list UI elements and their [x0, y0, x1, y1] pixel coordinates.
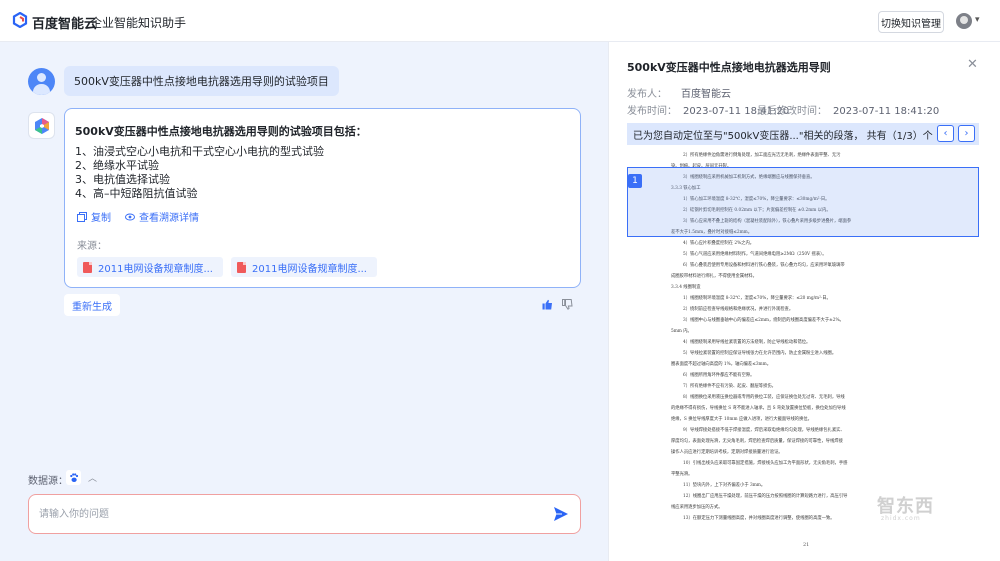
trace-details-label: 查看溯源详情 — [139, 213, 199, 224]
answer-actions: 复制 查看溯源详情 — [77, 209, 213, 224]
baidu-paw-icon[interactable] — [66, 470, 81, 485]
list-item: 4、高–中短路阻抗值试验 — [75, 187, 198, 200]
document-line: 操作人员应进行定期培训考核，定期对焊接质量进行验证。 — [671, 450, 783, 455]
copy-label: 复制 — [91, 213, 111, 224]
question-input-box — [28, 494, 581, 534]
locate-banner: 已为您自动定位至与"500kV变压器..."相关的段落， 共有（1/3）个 — [627, 123, 979, 145]
brand-name: 百度智能云 — [32, 17, 98, 32]
document-panel: 500kV变压器中性点接地电抗器选用导则 ✕ 发布人： 百度智能云 发布时间： 20… — [608, 42, 1000, 561]
product-name: 企业智能知识助手 — [90, 16, 187, 30]
document-line: 8）线圈换位采用液压换位器或专用的换位工装，应保证换位处无过弯、无毛刺，导线 — [683, 395, 845, 400]
match-index-badge: 1 — [628, 174, 642, 188]
list-item: 3、电抗值选择试验 — [75, 173, 170, 186]
matched-paragraph-highlight[interactable]: 1 — [627, 167, 979, 237]
user-avatar[interactable] — [956, 13, 972, 29]
document-line: 绝缘，S 换位导线厚度大于 10mm 应做入进项，进行大截面导线的换位。 — [671, 417, 812, 422]
regenerate-button[interactable]: 重新生成 — [64, 294, 120, 316]
document-line: 圈表面度不超过轴向高度的 1%，轴向偏差≤3mm。 — [671, 362, 772, 367]
publisher-label: 发布人： — [627, 89, 667, 100]
document-line: 5mm 内。 — [671, 329, 692, 334]
document-line: 6）线圈所用角环件都应不能有空隙。 — [683, 373, 755, 378]
thumbs-up-icon[interactable] — [539, 296, 555, 312]
publisher-row: 发布人： 百度智能云 — [627, 85, 731, 100]
copy-icon — [77, 211, 87, 222]
next-match-button[interactable]: › — [958, 125, 975, 142]
source-label: 来源： — [77, 241, 107, 252]
copy-button[interactable]: 复制 — [77, 209, 111, 224]
eye-icon — [125, 213, 135, 220]
watermark-url: zhidx.com — [881, 515, 921, 522]
close-icon[interactable]: ✕ — [967, 57, 978, 72]
document-line: 11）垫块内外，上下对齐偏差小于 3mm。 — [683, 483, 766, 488]
list-item: 1、油浸式空心小电抗和干式空心小电抗的型式试验 — [75, 145, 324, 158]
pdf-file-icon — [237, 261, 246, 273]
user-question-bubble: 500kV变压器中性点接地电抗器选用导则的试验项目 — [64, 66, 339, 96]
document-line: 5）铁心气道应采用绝缘材料制作，气道间绝缘电阻≥2MΩ（250V 摇表）。 — [683, 252, 827, 257]
thumbs-down-icon[interactable] — [559, 296, 575, 312]
list-item: 2、绝缘水平试验 — [75, 159, 159, 172]
chevron-down-icon[interactable]: ▾ — [975, 15, 980, 25]
document-line: 2）绕制前应检查导线规格和绝缘状况，并进行外观检查。 — [683, 307, 794, 312]
source-chip-label: 2011电网设备规章制度... — [252, 263, 367, 275]
user-avatar-icon — [28, 68, 55, 95]
trace-details-button[interactable]: 查看溯源详情 — [125, 209, 199, 224]
question-input[interactable] — [39, 505, 519, 523]
document-line: 1）线圈绕制环境温度 8-32℃，湿度≤70%，降尘量要求：≤20 mg/m²·… — [683, 296, 831, 301]
chat-panel: 500kV变压器中性点接地电抗器选用导则的试验项目 500kV变压器中性点接地电… — [0, 42, 608, 561]
answer-card: 500kV变压器中性点接地电抗器选用导则的试验项目包括： 1、油浸式空心小电抗和… — [64, 108, 581, 288]
document-line: 10）引线出线头应采取可靠固定措施，焊接线头应加工为平面形状，无尖角毛刺，手感 — [683, 461, 848, 466]
document-title: 500kV变压器中性点接地电抗器选用导则 — [627, 61, 831, 74]
publisher-value: 百度智能云 — [681, 89, 731, 100]
document-line: 厚度均匀，表面处理光滑，无尖角毛刺，焊后检查焊后质量，保证焊接的可靠性，导线焊接 — [671, 439, 843, 444]
document-line: 4）线圈绕制采用导线拉紧装置的方法绕制，防止导线松动和错位。 — [683, 340, 811, 345]
switch-knowledge-button[interactable]: 切换知识管理 — [878, 11, 944, 33]
document-line: 4）铁心应片积叠度控制在 2%之内。 — [683, 241, 755, 246]
publish-time-label: 发布时间： — [627, 106, 677, 117]
document-line: 5）导线拉紧装置的控制应保证导线张力在允许范围内，防止金属粉尘进入线圈。 — [683, 351, 837, 356]
page-number: 21 — [803, 542, 810, 548]
document-line: 成圈胶带材料进行绑扎，不得使用金属材料。 — [671, 274, 757, 279]
document-line: 2）所有绝缘件边角需进行倒角处理，加工面应光洁无毛刺，绝缘件表面平整、无污 — [683, 153, 841, 158]
document-line: 7）所有绝缘件不应有污染、起皮、翻层等损伤。 — [683, 384, 776, 389]
document-line: 平整光滑。 — [671, 472, 693, 477]
pdf-file-icon — [83, 261, 92, 273]
previous-match-button[interactable]: ‹ — [937, 125, 954, 142]
top-bar: 百度智能云 企业智能知识助手 切换知识管理 ▾ — [0, 0, 1000, 42]
answer-title: 500kV变压器中性点接地电抗器选用导则的试验项目包括： — [75, 125, 367, 138]
answer-list: 1、油浸式空心小电抗和干式空心小电抗的型式试验 2、绝缘水平试验 3、电抗值选择… — [75, 145, 324, 201]
document-line: 3）线圈中心与线圈垂轴中心的偏差应≤2mm，绕制后的线圈高度偏差不大于±2%。 — [683, 318, 844, 323]
modified-time-row: 最后修改时间： 2023-07-11 18:41:20 — [757, 102, 939, 117]
document-line: 9）导线焊接处搭接不低于焊接温度，焊后采取电绝缘均匀处理，导线绝缘包扎紧实、 — [683, 428, 845, 433]
baidu-cloud-logo-icon — [12, 12, 28, 28]
chevron-up-icon[interactable]: ︿ — [88, 471, 97, 484]
assistant-avatar-icon — [28, 112, 55, 139]
send-icon[interactable] — [553, 506, 569, 522]
source-chip[interactable]: 2011电网设备规章制度... — [231, 257, 377, 277]
source-chip-label: 2011电网设备规章制度... — [98, 263, 213, 275]
document-line: 6）铁心叠装后使用专用设备和材料进行铁心叠装，铁心叠力均匀，应采用环氧玻璃带 — [683, 263, 845, 268]
datasource-label: 数据源： — [28, 476, 68, 487]
modified-time-value: 2023-07-11 18:41:20 — [833, 106, 940, 117]
modified-time-label: 最后修改时间： — [757, 106, 827, 117]
document-line: 的绝缘不得有损伤，导线换位 S 弯不能进入轴承，且 S 弯处放置换位垫板，换位处… — [671, 406, 846, 411]
source-chip[interactable]: 2011电网设备规章制度... — [77, 257, 223, 277]
document-line: 3.3.4 线圈制造 — [671, 285, 701, 290]
